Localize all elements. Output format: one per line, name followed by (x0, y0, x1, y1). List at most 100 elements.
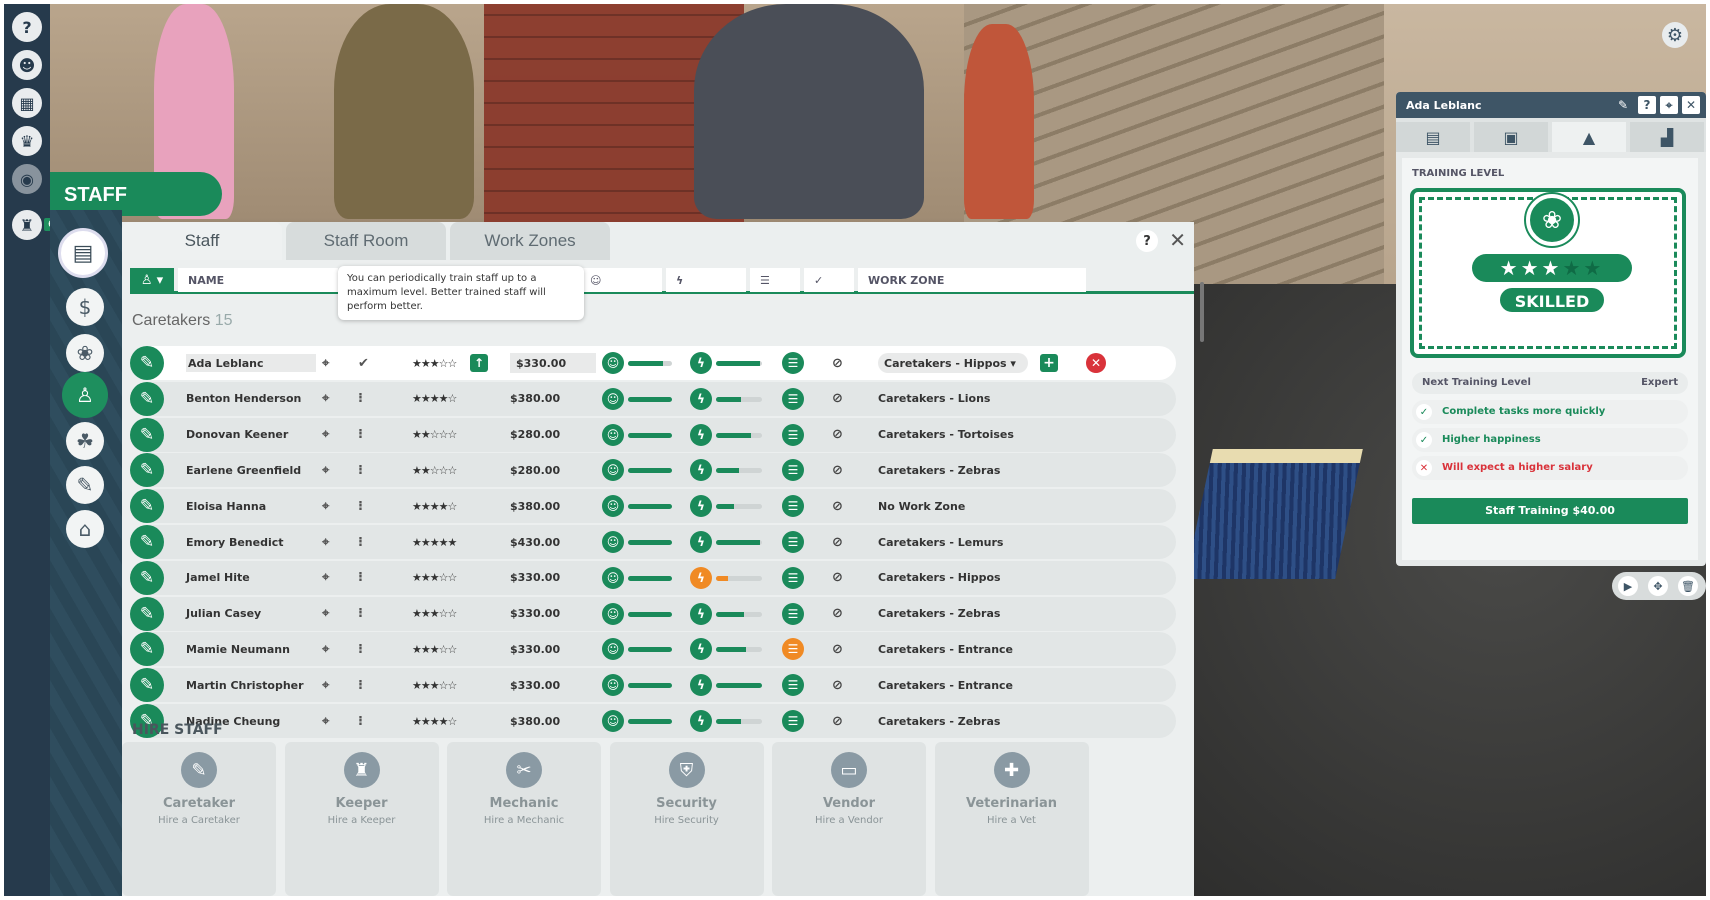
clipboard-icon[interactable]: ▤ (58, 228, 108, 278)
task-list-icon[interactable]: ☰ (782, 495, 804, 518)
close-icon[interactable]: ✕ (1682, 96, 1700, 114)
staff-name[interactable]: Donovan Keener (186, 418, 316, 452)
locate-pin-icon[interactable]: ⌖ (322, 489, 338, 523)
staff-nav: $ ❀ ♙ ☘ ✎ ⌂ (50, 210, 122, 896)
tab-staff-room[interactable]: Staff Room (286, 222, 446, 260)
hire-card-caretaker[interactable]: ✎ Caretaker Hire a Caretaker (122, 742, 276, 896)
trophy-icon[interactable]: ♛ (12, 126, 42, 156)
table-row[interactable]: ✎ Benton Henderson ⌖ ⁝ ★★★★☆ $380.00 ☺ ϟ ☰ ⊘ Caret… (130, 381, 1176, 416)
status-icon: ⁝ (358, 677, 363, 693)
work-zone[interactable]: Caretakers - Hippos ▾ (878, 353, 1028, 373)
staff-name[interactable]: Mamie Neumann (186, 632, 316, 666)
rename-pencil-icon[interactable]: ✎ (1614, 96, 1632, 114)
table-row[interactable]: ✎ Donovan Keener ⌖ ⁝ ★★☆☆☆ $280.00 ☺ ϟ ☰ ⊘ Caretak… (130, 417, 1176, 452)
tab-stats-chart-icon[interactable]: ▟ (1630, 122, 1704, 152)
vet-icon: ✚ (993, 752, 1030, 788)
table-row[interactable]: ✎ Emory Benedict ⌖ ⁝ ★★★★★ $430.00 ☺ ϟ ☰ ⊘ Caretak… (130, 525, 1176, 559)
locate-pin-icon[interactable]: ⌖ (322, 632, 338, 666)
happiness-fill (628, 468, 672, 474)
tab-training-cap-icon[interactable]: ▲ (1552, 122, 1626, 152)
column-work-zone[interactable]: WORK ZONE (858, 268, 1086, 292)
fire-staff-button[interactable]: ✕ (1086, 353, 1106, 373)
table-row[interactable]: ✎ Ada Leblanc ⌖ ✔ ★★★☆☆ ↑ $330.00 ☺ ϟ ☰ ⊘ Caretaker… (130, 346, 1176, 380)
hire-card-vendor[interactable]: ▭ Vendor Hire a Vendor (772, 742, 926, 896)
locate-pin-icon[interactable]: ⌖ (322, 597, 338, 631)
animal-icon[interactable]: ☻ (12, 50, 42, 80)
shield-icon: ⛨ (668, 752, 705, 788)
task-list-icon[interactable]: ☰ (782, 531, 804, 553)
table-row[interactable]: ✎ Mamie Neumann ⌖ ⁝ ★★★☆☆ $330.00 ☺ ϟ ☰ ⊘ Caretake… (130, 632, 1176, 667)
eye-icon[interactable]: ◉ (12, 164, 42, 194)
table-row[interactable]: ✎ Eloisa Hanna ⌖ ⁝ ★★★★☆ $380.00 ☺ ϟ ☰ ⊘ No Work Z… (130, 489, 1176, 524)
hire-card-mechanic[interactable]: ✂ Mechanic Hire a Mechanic (447, 742, 601, 896)
habitat-icon[interactable]: ☘ (66, 422, 104, 460)
happiness-bar (628, 575, 672, 581)
locate-pin-icon[interactable]: ⌖ (322, 704, 338, 738)
help-icon[interactable]: ? (1638, 96, 1656, 114)
staff-name[interactable]: Earlene Greenfield (186, 453, 316, 487)
task-list-icon[interactable]: ☰ (782, 602, 804, 625)
finance-icon[interactable]: $ (66, 288, 104, 326)
paw-icon[interactable]: ❀ (66, 334, 104, 372)
help-button[interactable]: ? (1136, 230, 1158, 252)
shop-icon[interactable]: ⌂ (66, 510, 104, 548)
tab-work-briefcase-icon[interactable]: ▣ (1474, 122, 1548, 152)
help-icon[interactable]: ? (12, 12, 42, 42)
staff-training-button[interactable]: Staff Training $40.00 (1412, 498, 1688, 524)
train-up-arrow-icon[interactable]: ↑ (470, 354, 488, 372)
locate-pin-icon[interactable]: ⌖ (322, 418, 338, 452)
hire-card-keeper[interactable]: ♜ Keeper Hire a Keeper (284, 742, 439, 896)
locate-pin-icon[interactable]: ⌖ (322, 668, 338, 702)
status-column-icon[interactable]: ✓ (804, 268, 854, 292)
list-scrollbar[interactable] (1200, 282, 1204, 342)
tab-overview-clipboard-icon[interactable]: ▤ (1396, 122, 1470, 152)
task-list-icon[interactable]: ☰ (782, 674, 804, 697)
task-list-icon[interactable]: ☰ (782, 638, 804, 661)
task-list-icon[interactable]: ☰ (782, 710, 804, 732)
locate-pin-icon[interactable]: ⌖ (322, 382, 338, 416)
staff-icon[interactable]: ♙ (66, 376, 104, 414)
energy-column-icon[interactable]: ϟ (666, 268, 746, 292)
staff-name[interactable]: Ada Leblanc (186, 354, 316, 372)
table-row[interactable]: ✎ Julian Casey ⌖ ⁝ ★★★☆☆ $330.00 ☺ ϟ ☰ ⊘ Caretaker… (130, 596, 1176, 631)
table-row[interactable]: ✎ Nadine Cheung ⌖ ⁝ ★★★★☆ $380.00 ☺ ϟ ☰ ⊘ Caretake… (130, 704, 1176, 738)
broom-icon: ✎ (130, 560, 164, 595)
staff-filter-dropdown[interactable]: ♙ ▾ (130, 268, 174, 292)
table-row[interactable]: ✎ Jamel Hite ⌖ ⁝ ★★★☆☆ $330.00 ☺ ϟ ☰ ⊘ Caretakers … (130, 560, 1176, 595)
tasks-column-icon[interactable]: ☰ (750, 268, 800, 292)
trash-icon[interactable]: 🗑 (1678, 576, 1698, 596)
staff-name[interactable]: Eloisa Hanna (186, 489, 316, 523)
hire-card-security[interactable]: ⛨ Security Hire Security (609, 742, 764, 896)
tab-work-zones[interactable]: Work Zones (450, 222, 610, 260)
tools-icon[interactable]: ✎ (66, 466, 104, 504)
hire-card-veterinarian[interactable]: ✚ Veterinarian Hire a Vet (934, 742, 1089, 896)
staff-name[interactable]: Benton Henderson (186, 382, 316, 416)
staff-name[interactable]: Martin Christopher (186, 668, 316, 702)
locate-pin-icon[interactable]: ⌖ (322, 561, 338, 595)
move-icon[interactable]: ✥ (1648, 576, 1668, 596)
table-row[interactable]: ✎ Earlene Greenfield ⌖ ⁝ ★★☆☆☆ $280.00 ☺ ϟ ☰ ⊘ Car… (130, 453, 1176, 488)
happiness-column-icon[interactable]: ☺ (580, 268, 662, 292)
locate-pin-icon[interactable]: ⌖ (322, 346, 338, 380)
locate-pin-icon[interactable]: ⌖ (1660, 96, 1678, 114)
task-list-icon[interactable]: ☰ (782, 387, 804, 410)
table-row[interactable]: ✎ Martin Christopher ⌖ ⁝ ★★★☆☆ $330.00 ☺ ϟ ☰ ⊘ Car… (130, 668, 1176, 703)
calendar-icon[interactable]: ▦ (12, 88, 42, 118)
salary[interactable]: $330.00 (510, 353, 596, 373)
task-list-icon[interactable]: ☰ (782, 352, 804, 374)
settings-gear-icon[interactable]: ⚙ (1662, 22, 1688, 48)
close-button[interactable]: ✕ (1169, 228, 1186, 252)
staff-name[interactable]: Julian Casey (186, 597, 316, 631)
staff-name[interactable]: Jamel Hite (186, 561, 316, 595)
task-list-icon[interactable]: ☰ (782, 566, 804, 589)
column-name[interactable]: NAME (178, 268, 338, 292)
tab-staff[interactable]: Staff (122, 222, 282, 260)
add-zone-button[interactable]: + (1040, 354, 1058, 372)
locate-pin-icon[interactable]: ⌖ (322, 453, 338, 487)
task-list-icon[interactable]: ☰ (782, 459, 804, 482)
staff-name[interactable]: Emory Benedict (186, 525, 316, 559)
visitor-icon[interactable]: ♜ (12, 210, 42, 240)
locate-pin-icon[interactable]: ⌖ (322, 525, 338, 559)
camera-icon[interactable]: ▶ (1618, 576, 1638, 596)
task-list-icon[interactable]: ☰ (782, 423, 804, 446)
